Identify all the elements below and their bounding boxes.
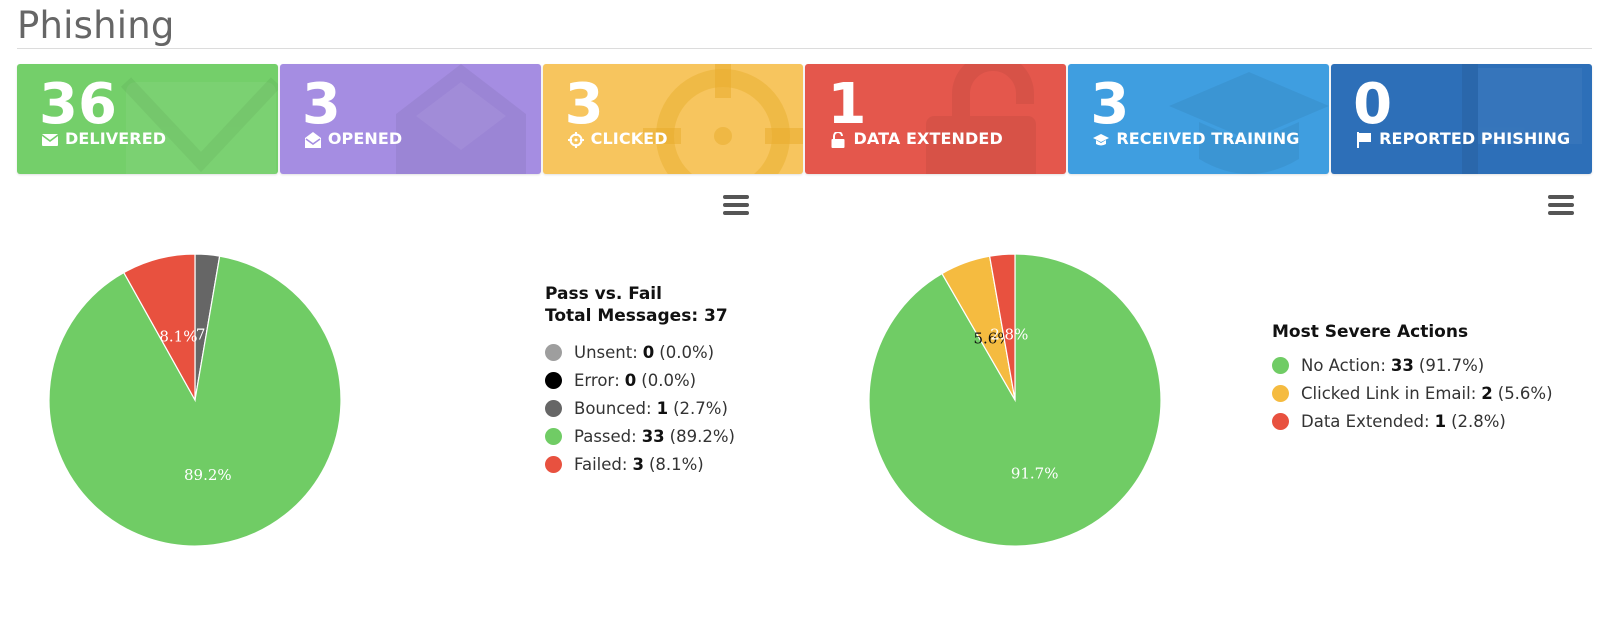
legend-swatch [545,399,562,417]
legend-value: 0 [642,342,655,362]
unlock-icon [926,64,1037,174]
legend-percent: 2.8% [1457,411,1500,431]
received-training-label: RECEIVED TRAINING [1116,129,1300,148]
legend-swatch [545,455,562,473]
legend-item-data-extended[interactable]: Data Extended: 1 (2.8%) [1272,407,1553,435]
pass-fail-legend: Pass vs. Fail Total Messages: 37 Unsent:… [545,283,735,478]
legend-percent: 5.6% [1504,383,1547,403]
legend-percent: 89.2% [676,426,729,446]
legend-label: Error [574,370,615,390]
reported-phishing-count: 0 [1353,72,1393,137]
legend-value: 0 [624,370,637,390]
envelope-open-icon [304,132,321,148]
legend-percent: 91.7% [1425,355,1478,375]
data-extended-count: 1 [827,72,867,137]
legend-value: 3 [632,454,644,474]
pass-fail-pie-chart: 2.7%89.2%8.1% [48,253,342,547]
menu-bar [723,203,749,207]
envelope-icon [42,134,58,146]
legend-swatch [545,343,562,361]
legend-item-clicked-link[interactable]: Clicked Link in Email: 2 (5.6%) [1272,379,1553,407]
crosshairs-icon [643,64,804,174]
legend-value: 33 [1390,355,1414,375]
page-title: Phishing [17,4,175,47]
legend-swatch [1272,356,1289,374]
clicked-count: 3 [564,72,604,137]
menu-bar [723,211,749,215]
legend-swatch [545,427,562,445]
stat-tiles: 36 DELIVERED 3 OPENED 3 CLICKED 1 DATA E… [17,64,1592,174]
delivered-count: 36 [39,72,117,137]
legend-item-bounced[interactable]: Bounced: 1 (2.7%) [545,394,735,422]
severe-actions-pie-chart: 91.7%5.6%2.8% [868,253,1162,547]
graduation-cap-icon [1169,72,1330,174]
chart-menu-button[interactable] [723,195,749,217]
legend-label: Bounced [574,398,647,418]
received-training-count: 3 [1090,72,1130,137]
legend-item-no-action[interactable]: No Action: 33 (91.7%) [1272,351,1553,379]
legend-swatch [1272,384,1289,402]
unlock-icon [831,132,845,148]
menu-bar [1548,203,1574,207]
legend-label: Failed [574,454,622,474]
legend-percent: 8.1% [655,454,698,474]
envelope-icon [120,77,278,174]
severe-actions-legend: Most Severe Actions No Action: 33 (91.7%… [1272,321,1553,435]
reported-phishing-label: REPORTED PHISHING [1379,129,1571,148]
legend-item-failed[interactable]: Failed: 3 (8.1%) [545,450,735,478]
tile-delivered[interactable]: 36 DELIVERED [17,64,278,174]
legend-item-unsent[interactable]: Unsent: 0 (0.0%) [545,338,735,366]
clicked-label: CLICKED [590,129,668,148]
legend-item-passed[interactable]: Passed: 33 (89.2%) [545,422,735,450]
tile-received-training[interactable]: 3 RECEIVED TRAINING [1068,64,1330,174]
legend-percent: 0.0% [665,342,708,362]
tile-data-extended[interactable]: 1 DATA EXTENDED [805,64,1067,174]
menu-bar [1548,211,1574,215]
legend-label: Passed [574,426,632,446]
title-divider [17,48,1592,49]
legend-percent: 0.0% [647,370,690,390]
tile-clicked[interactable]: 3 CLICKED [542,64,804,174]
legend-label: Data Extended [1301,411,1425,431]
flag-icon [1461,64,1582,174]
slice-data-label: 91.7% [1011,464,1059,482]
legend-item-error[interactable]: Error: 0 (0.0%) [545,366,735,394]
legend-swatch [545,371,562,389]
menu-bar [1548,195,1574,199]
pass-fail-subtitle: Total Messages: 37 [545,306,728,326]
data-extended-label: DATA EXTENDED [853,129,1003,148]
chart-menu-button[interactable] [1548,195,1574,217]
legend-percent: 2.7% [679,398,722,418]
legend-swatch [1272,412,1289,430]
legend-value: 1 [656,398,669,418]
legend-label: Clicked Link in Email [1301,383,1471,403]
envelope-open-icon [395,64,526,174]
menu-bar [723,195,749,199]
slice-data-label: 2.8% [990,326,1028,344]
tile-reported-phishing[interactable]: 0 REPORTED PHISHING [1331,64,1592,174]
legend-value: 2 [1481,383,1493,403]
graduation-cap-icon [1093,134,1110,146]
slice-data-label: 89.2% [184,466,232,484]
legend-value: 1 [1434,411,1447,431]
crosshairs-icon [567,132,584,148]
pass-fail-title: Pass vs. Fail [545,284,662,304]
severe-actions-title: Most Severe Actions [1272,322,1469,342]
delivered-label: DELIVERED [65,129,167,148]
flag-icon [1357,132,1372,148]
slice-data-label: 8.1% [159,327,197,345]
opened-label: OPENED [327,129,403,148]
tile-opened[interactable]: 3 OPENED [279,64,541,174]
opened-count: 3 [301,72,341,137]
legend-label: Unsent [574,342,633,362]
legend-value: 33 [641,426,665,446]
legend-label: No Action [1301,355,1381,375]
